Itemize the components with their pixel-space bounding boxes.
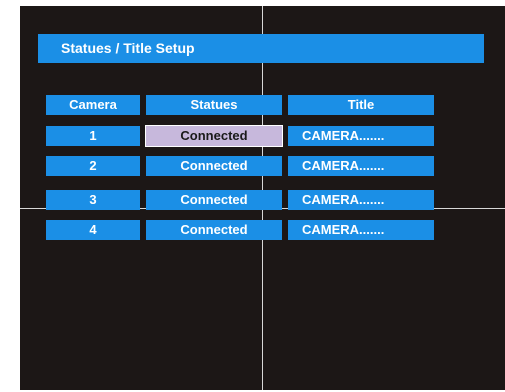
- menu-title: Statues / Title Setup: [38, 34, 484, 63]
- camera-number-1: 1: [46, 126, 140, 146]
- camera-number-2: 2: [46, 156, 140, 176]
- title-cell-camera-4[interactable]: CAMERA.......: [288, 220, 434, 240]
- header-statues: Statues: [146, 95, 282, 115]
- camera-number-4: 4: [46, 220, 140, 240]
- status-cell-camera-2[interactable]: Connected: [146, 156, 282, 176]
- title-cell-camera-3[interactable]: CAMERA.......: [288, 190, 434, 210]
- status-cell-camera-3[interactable]: Connected: [146, 190, 282, 210]
- header-camera: Camera: [46, 95, 140, 115]
- osd-frame: Statues / Title Setup Camera Statues Tit…: [0, 0, 505, 392]
- status-cell-camera-4[interactable]: Connected: [146, 220, 282, 240]
- camera-number-3: 3: [46, 190, 140, 210]
- header-title: Title: [288, 95, 434, 115]
- status-cell-camera-1[interactable]: Connected: [145, 125, 283, 147]
- title-cell-camera-2[interactable]: CAMERA.......: [288, 156, 434, 176]
- title-cell-camera-1[interactable]: CAMERA.......: [288, 126, 434, 146]
